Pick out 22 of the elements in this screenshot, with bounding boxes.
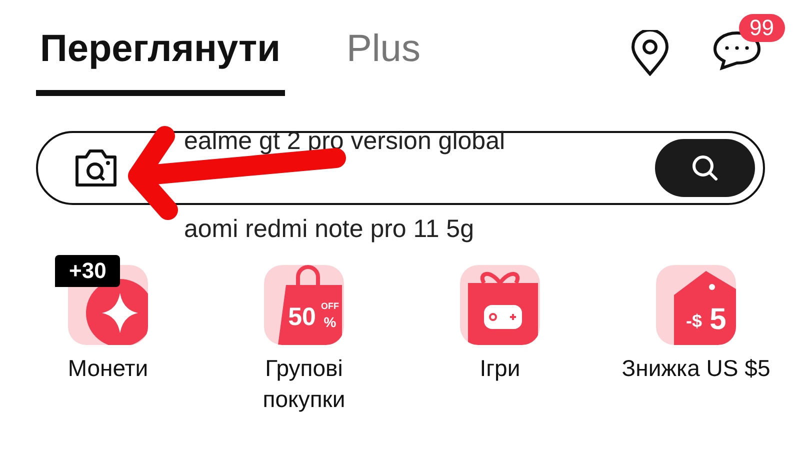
- search-field[interactable]: [36, 131, 765, 205]
- icon-text: 5: [710, 303, 726, 336]
- search-icon: [690, 153, 720, 183]
- icon-text: 50: [288, 303, 316, 331]
- tile-label[interactable]: Монети: [68, 353, 148, 384]
- tile-label[interactable]: Знижка US $5: [622, 353, 770, 384]
- coins-badge: +30: [55, 255, 120, 287]
- gift-gamepad-icon[interactable]: [460, 265, 540, 345]
- price-tag-icon[interactable]: [656, 265, 736, 345]
- search-hint: aomi redmi note pro 11 5g: [184, 215, 474, 243]
- camera-icon[interactable]: [73, 147, 119, 189]
- tile-label[interactable]: Групові покупки: [224, 353, 384, 415]
- icon-text: OFF: [321, 301, 339, 311]
- icon-text: %: [324, 314, 336, 330]
- tab[interactable]: Переглянути: [36, 0, 285, 96]
- location-pin-icon[interactable]: [630, 30, 670, 76]
- search-button[interactable]: [655, 139, 755, 197]
- tile-label[interactable]: Ігри: [480, 353, 520, 384]
- shopping-bag-icon[interactable]: [264, 265, 344, 345]
- message-count-badge: 99: [738, 14, 785, 42]
- icon-text: -$: [686, 311, 702, 331]
- tab[interactable]: Plus: [346, 0, 420, 96]
